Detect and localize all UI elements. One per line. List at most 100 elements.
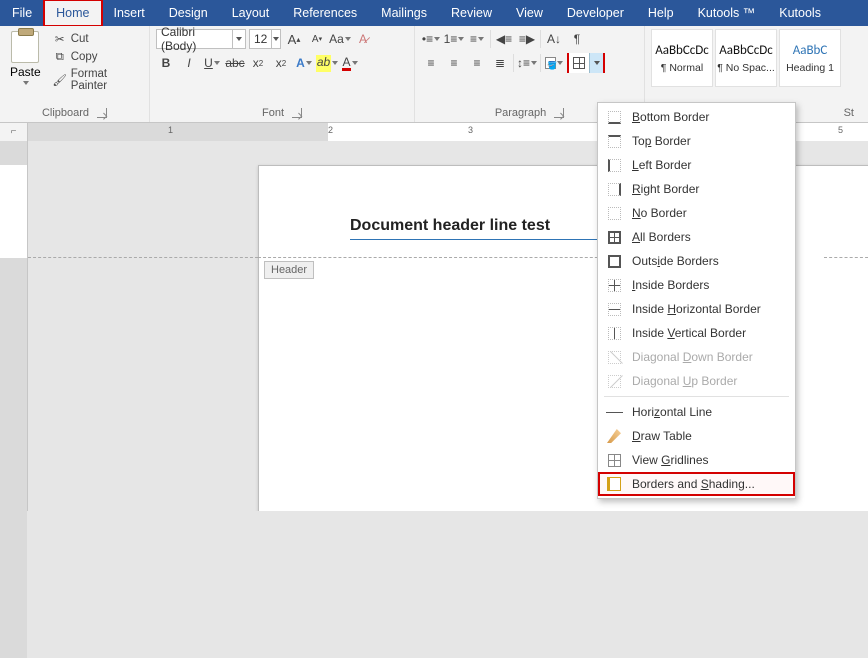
ruler-corner: ⌐: [0, 123, 28, 141]
menu-item-label: Diagonal Up Border: [632, 374, 737, 388]
cut-label: Cut: [71, 33, 89, 45]
sort-button[interactable]: A↓: [544, 29, 564, 49]
align-right-button[interactable]: ≡: [467, 53, 487, 73]
show-marks-button[interactable]: ¶: [567, 29, 587, 49]
menu-tab-insert[interactable]: Insert: [102, 0, 157, 26]
menu-tab-kutools[interactable]: Kutools ™: [686, 0, 768, 26]
change-case-button[interactable]: Aa: [330, 29, 350, 49]
menu-item-left-border[interactable]: Left Border: [598, 153, 795, 177]
underline-button[interactable]: U: [202, 53, 222, 73]
menu-item-view-gridlines[interactable]: View Gridlines: [598, 448, 795, 472]
italic-button[interactable]: I: [179, 53, 199, 73]
menu-item-label: Top Border: [632, 134, 691, 148]
menu-item-borders-and-shading[interactable]: Borders and Shading...: [598, 472, 795, 496]
borders-dropdown-arrow[interactable]: [589, 53, 603, 73]
menu-tab-mailings[interactable]: Mailings: [369, 0, 439, 26]
menu-item-outside-borders[interactable]: Outside Borders: [598, 249, 795, 273]
menu-item-diagonal-down-border: Diagonal Down Border: [598, 345, 795, 369]
ruler-vertical[interactable]: [0, 141, 28, 511]
none-icon: [606, 205, 622, 221]
clipboard-dialog-launcher[interactable]: [97, 108, 107, 118]
header-tag[interactable]: Header: [264, 261, 314, 279]
shrink-font-button[interactable]: A▾: [307, 29, 327, 49]
clear-formatting-button[interactable]: A̷: [353, 29, 373, 49]
menu-tab-home[interactable]: Home: [44, 0, 101, 26]
menu-tab-developer[interactable]: Developer: [555, 0, 636, 26]
bs-icon: [606, 476, 622, 492]
font-dialog-launcher[interactable]: [292, 108, 302, 118]
menu-item-label: Draw Table: [632, 429, 692, 443]
menu-tab-help[interactable]: Help: [636, 0, 686, 26]
align-center-button[interactable]: ≡: [444, 53, 464, 73]
menu-item-label: Borders and Shading...: [632, 477, 755, 491]
shading-button[interactable]: 🪣: [544, 53, 564, 73]
menu-tab-layout[interactable]: Layout: [220, 0, 282, 26]
menu-item-all-borders[interactable]: All Borders: [598, 225, 795, 249]
style-normal[interactable]: AaBbCcDc¶ Normal: [651, 29, 713, 87]
justify-button[interactable]: ≣: [490, 53, 510, 73]
borders-split-button[interactable]: [567, 53, 605, 73]
font-name-combo[interactable]: Calibri (Body): [156, 29, 246, 49]
document-header-text[interactable]: Document header line test: [350, 217, 550, 235]
menu-tab-kutools[interactable]: Kutools: [767, 0, 833, 26]
menu-item-draw-table[interactable]: Draw Table: [598, 424, 795, 448]
menu-tab-references[interactable]: References: [281, 0, 369, 26]
font-name-value: Calibri (Body): [157, 25, 232, 53]
numbering-button[interactable]: 1≡: [444, 29, 464, 49]
font-color-button[interactable]: A: [340, 53, 360, 73]
grow-font-button[interactable]: A▴: [284, 29, 304, 49]
increase-indent-button[interactable]: ≡▶: [517, 29, 537, 49]
line-spacing-button[interactable]: ↕≡: [517, 53, 537, 73]
ruler-mark: 2: [328, 125, 333, 135]
menu-separator: [604, 396, 789, 397]
style-nospac[interactable]: AaBbCcDc¶ No Spac...: [715, 29, 777, 87]
menu-item-label: All Borders: [632, 230, 691, 244]
all-icon: [606, 229, 622, 245]
menu-item-top-border[interactable]: Top Border: [598, 129, 795, 153]
diag-d-icon: [606, 349, 622, 365]
menu-bar: FileHomeInsertDesignLayoutReferencesMail…: [0, 0, 868, 26]
strikethrough-button[interactable]: abc: [225, 53, 245, 73]
diag-u-icon: [606, 373, 622, 389]
copy-label: Copy: [71, 51, 98, 63]
cut-button[interactable]: ✂ Cut: [51, 31, 143, 47]
align-left-button[interactable]: ≡: [421, 53, 441, 73]
paste-button[interactable]: Paste: [6, 29, 45, 87]
menu-item-label: Bottom Border: [632, 110, 709, 124]
menu-tab-file[interactable]: File: [0, 0, 44, 26]
bullets-button[interactable]: •≡: [421, 29, 441, 49]
menu-tab-review[interactable]: Review: [439, 0, 504, 26]
paragraph-dialog-launcher[interactable]: [554, 108, 564, 118]
menu-item-right-border[interactable]: Right Border: [598, 177, 795, 201]
text-effects-button[interactable]: A: [294, 53, 314, 73]
decrease-indent-button[interactable]: ◀≡: [494, 29, 514, 49]
outside-icon: [606, 253, 622, 269]
bold-button[interactable]: B: [156, 53, 176, 73]
menu-item-inside-vertical-border[interactable]: Inside Vertical Border: [598, 321, 795, 345]
style-heading1[interactable]: AaBbCHeading 1: [779, 29, 841, 87]
ruler-mark: 1: [168, 125, 173, 135]
format-painter-button[interactable]: 🖌 Format Painter: [51, 67, 143, 93]
grid-icon: [606, 452, 622, 468]
highlight-button[interactable]: ab: [317, 53, 337, 73]
menu-item-inside-horizontal-border[interactable]: Inside Horizontal Border: [598, 297, 795, 321]
copy-button[interactable]: ⧉ Copy: [51, 49, 143, 65]
menu-item-bottom-border[interactable]: Bottom Border: [598, 105, 795, 129]
superscript-button[interactable]: x2: [271, 53, 291, 73]
menu-item-label: No Border: [632, 206, 687, 220]
top-icon: [606, 133, 622, 149]
menu-item-inside-borders[interactable]: Inside Borders: [598, 273, 795, 297]
font-size-combo[interactable]: 12: [249, 29, 281, 49]
menu-tab-design[interactable]: Design: [157, 0, 220, 26]
format-painter-icon: 🖌: [53, 73, 67, 87]
group-clipboard: Paste ✂ Cut ⧉ Copy 🖌 Format Painter Clip…: [0, 26, 150, 122]
menu-item-horizontal-line[interactable]: Horizontal Line: [598, 400, 795, 424]
multilevel-button[interactable]: ≡: [467, 29, 487, 49]
menu-item-no-border[interactable]: No Border: [598, 201, 795, 225]
menu-item-label: Inside Vertical Border: [632, 326, 746, 340]
subscript-button[interactable]: x2: [248, 53, 268, 73]
left-icon: [606, 157, 622, 173]
paste-icon: [11, 31, 39, 63]
right-icon: [606, 181, 622, 197]
menu-tab-view[interactable]: View: [504, 0, 555, 26]
